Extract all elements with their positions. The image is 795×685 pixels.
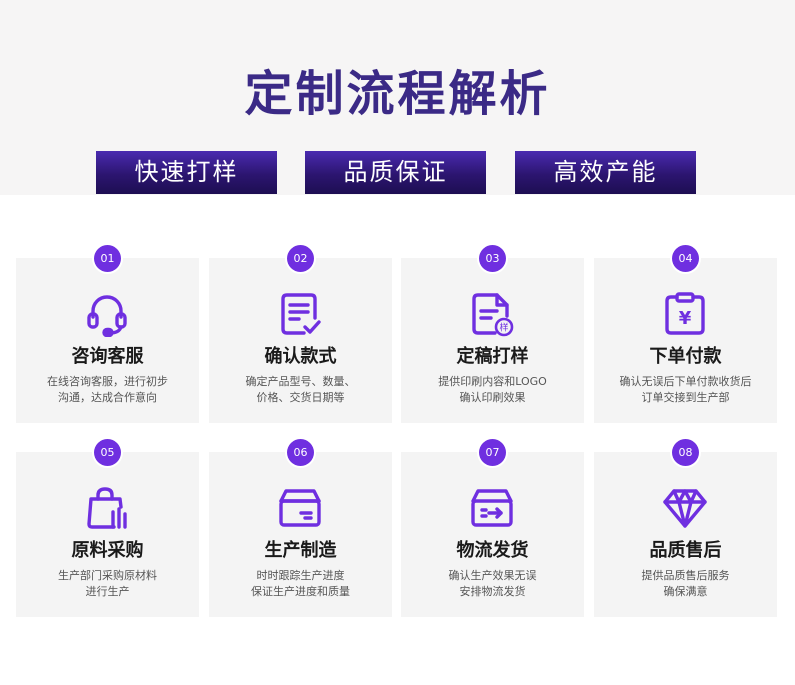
- document-check-icon: [277, 291, 323, 337]
- box-icon: [277, 485, 323, 531]
- svg-text:¥: ¥: [679, 308, 692, 329]
- feature-pills: 快速打样 品质保证 高效产能: [96, 151, 696, 194]
- step-title: 下单付款: [649, 346, 722, 367]
- step-title: 确认款式: [264, 346, 337, 367]
- step-title: 品质售后: [649, 540, 722, 561]
- headset-icon: [84, 291, 130, 337]
- step-card-7: 07 物流发货 确认生产效果无误 安排物流发货: [401, 439, 584, 617]
- feature-pill-quality: 品质保证: [305, 151, 486, 194]
- step-number-badge: 06: [287, 439, 314, 466]
- shopping-bag-icon: [84, 485, 130, 531]
- step-description: 在线咨询客服，进行初步 沟通，达成合作意向: [47, 375, 168, 404]
- step-number-badge: 04: [672, 245, 699, 272]
- step-description: 确认生产效果无误 安排物流发货: [448, 569, 537, 598]
- step-title: 生产制造: [264, 540, 337, 561]
- step-number-badge: 01: [94, 245, 121, 272]
- step-card-2: 02 确认款式 确定产品型号、数量、 价格、交货日期等: [209, 245, 392, 423]
- step-number-badge: 08: [672, 439, 699, 466]
- step-card-1: 01 咨询客服 在线咨询客服，进行初步 沟通，达成合作意向: [16, 245, 199, 423]
- feature-pill-capacity: 高效产能: [515, 151, 696, 194]
- step-title: 物流发货: [456, 540, 529, 561]
- step-card-5: 05 原料采购 生产部门采购原材料 进行生产: [16, 439, 199, 617]
- step-description: 确定产品型号、数量、 价格、交货日期等: [245, 375, 356, 404]
- step-description: 生产部门采购原材料 进行生产: [58, 569, 157, 598]
- step-card-6: 06 生产制造 时时跟踪生产进度 保证生产进度和质量: [209, 439, 392, 617]
- step-description: 确认无误后下单付款收货后 订单交接到生产部: [619, 375, 752, 404]
- sample-document-icon: 样: [469, 291, 515, 337]
- step-title: 原料采购: [71, 540, 144, 561]
- step-card-4: 04 ¥ 下单付款 确认无误后下单付款收货后 订单交接到生产部: [594, 245, 777, 423]
- feature-pill-fast-sampling: 快速打样: [96, 151, 277, 194]
- step-number-badge: 05: [94, 439, 121, 466]
- step-card-8: 08 品质售后 提供品质售后服务 确保满意: [594, 439, 777, 617]
- shipping-box-icon: [469, 485, 515, 531]
- step-number-badge: 07: [479, 439, 506, 466]
- step-card-3: 03 样 定稿打样 提供印刷内容和LOGO 确认印刷效果: [401, 245, 584, 423]
- diamond-icon: [662, 485, 708, 531]
- step-description: 提供品质售后服务 确保满意: [641, 569, 730, 598]
- step-number-badge: 03: [479, 245, 506, 272]
- svg-text:样: 样: [499, 322, 508, 334]
- step-description: 时时跟踪生产进度 保证生产进度和质量: [251, 569, 350, 598]
- step-title: 定稿打样: [456, 346, 529, 367]
- page-title: 定制流程解析: [244, 66, 551, 122]
- payment-clipboard-icon: ¥: [662, 291, 708, 337]
- step-title: 咨询客服: [71, 346, 144, 367]
- step-number-badge: 02: [287, 245, 314, 272]
- step-description: 提供印刷内容和LOGO 确认印刷效果: [438, 375, 547, 404]
